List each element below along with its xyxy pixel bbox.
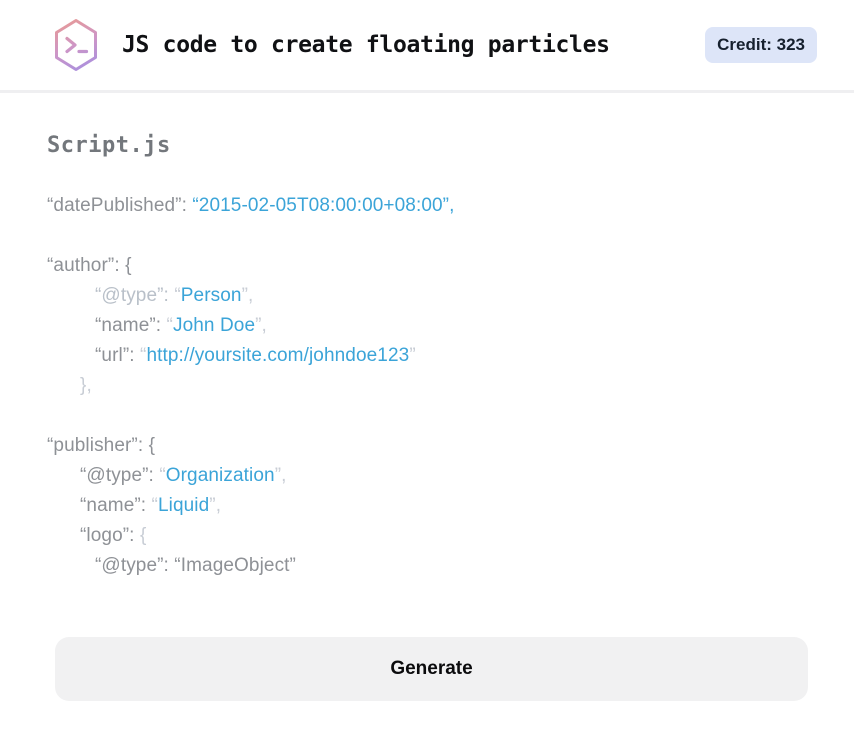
code-segment: “@type”: (95, 285, 175, 306)
code-line: “@type”: “Person”, (47, 281, 807, 311)
code-line: “datePublished”: “2015-02-05T08:00:00+08… (47, 191, 807, 221)
code-segment: ”, (255, 315, 267, 336)
code-segment: “author”: { (47, 255, 132, 276)
code-segment: “publisher”: { (47, 435, 156, 456)
code-segment: ”, (241, 285, 254, 306)
code-segment: { (139, 525, 147, 546)
code-segment: ” (409, 345, 416, 366)
main-content: Script.js “datePublished”: “2015-02-05T0… (0, 133, 854, 701)
code-segment: Person (180, 285, 242, 306)
header: JS code to create floating particles Cre… (0, 0, 854, 93)
code-block: “datePublished”: “2015-02-05T08:00:00+08… (47, 191, 807, 581)
code-line: “author”: { (47, 251, 807, 281)
code-line: “logo”: { (47, 521, 807, 551)
code-line: “name”: “Liquid”, (47, 491, 807, 521)
code-segment: http://yoursite.com/johndoe123 (146, 345, 410, 366)
generate-button[interactable]: Generate (55, 637, 808, 701)
code-segment: “@type”: (80, 465, 160, 486)
code-segment: “url”: (95, 345, 141, 366)
code-segment: “@type”: “ImageObject” (95, 555, 296, 576)
code-segment: “2015-02-05T08:00:00+08:00”, (192, 195, 455, 216)
code-line: “@type”: “ImageObject” (47, 551, 807, 581)
terminal-hexagon-icon (53, 18, 99, 72)
code-segment: “logo”: (80, 525, 140, 546)
code-segment: Organization (165, 465, 275, 486)
code-segment: “datePublished”: (47, 195, 193, 216)
code-segment: ”, (274, 465, 287, 486)
script-filename: Script.js (47, 133, 171, 158)
credit-badge: Credit: 323 (705, 27, 817, 63)
code-line: “name”: “John Doe”, (47, 311, 807, 341)
page-title: JS code to create floating particles (122, 32, 610, 58)
code-line: “url”: “http://yoursite.com/johndoe123” (47, 341, 807, 371)
code-segment: “name”: (80, 495, 152, 516)
code-segment: }, (80, 375, 92, 396)
code-segment: ”, (209, 495, 222, 516)
code-segment: “name”: (95, 315, 167, 336)
code-segment: Liquid (157, 495, 210, 516)
code-segment: John Doe (172, 315, 256, 336)
code-line: “publisher”: { (47, 431, 807, 461)
code-line: }, (47, 371, 807, 401)
code-line: “@type”: “Organization”, (47, 461, 807, 491)
